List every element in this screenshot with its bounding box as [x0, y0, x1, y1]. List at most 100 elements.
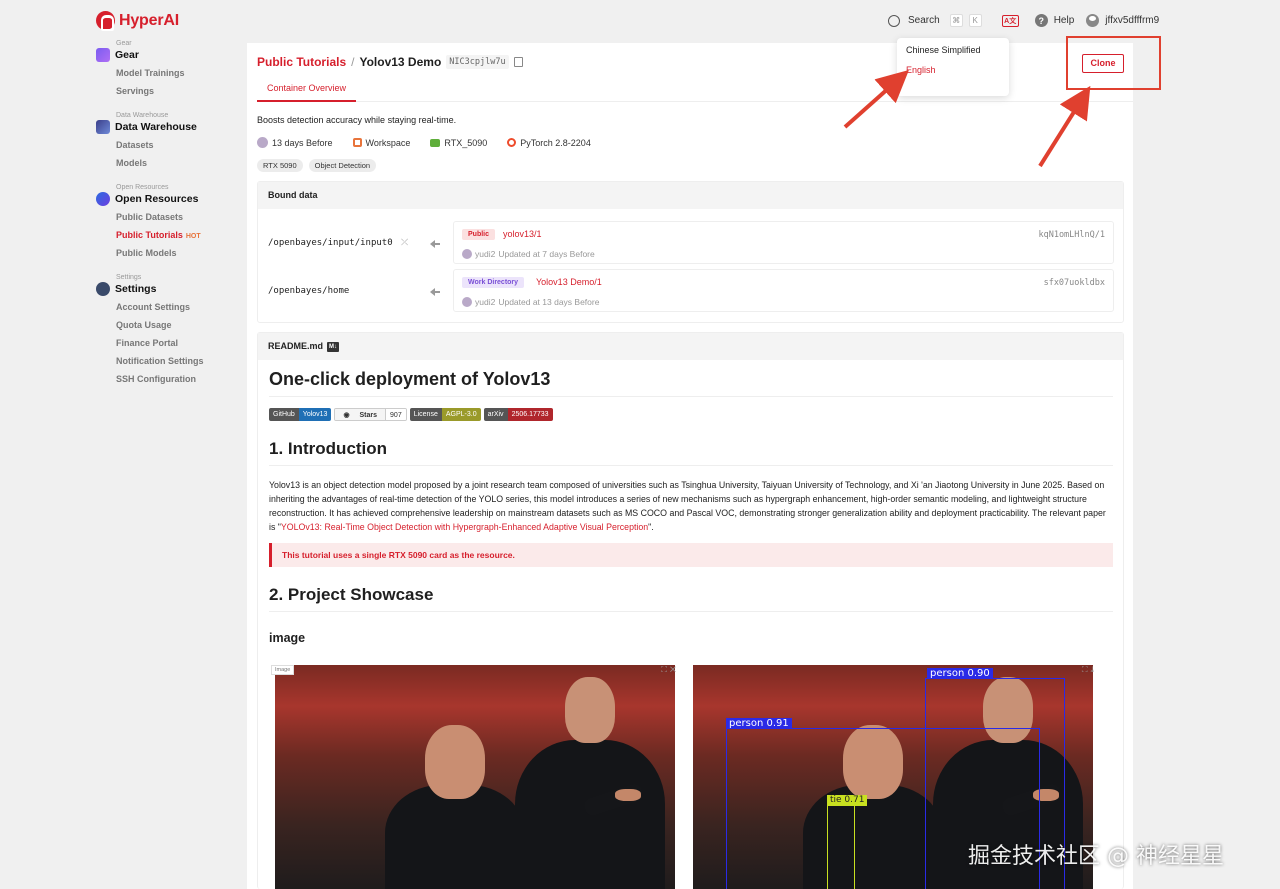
- breadcrumb-public-tutorials[interactable]: Public Tutorials: [257, 55, 346, 69]
- user-avatar-icon: [462, 249, 472, 259]
- bound-data-name[interactable]: yolov13/1: [503, 229, 542, 239]
- sidebar-caption: Gear: [116, 40, 132, 47]
- main-card: Public Tutorials / Yolov13 Demo NIC3cpjl…: [247, 43, 1133, 889]
- meta-gpu: RTX_5090: [430, 138, 487, 148]
- container-id: NIC3cpjlw7u: [446, 55, 509, 69]
- resource-callout: This tutorial uses a single RTX 5090 car…: [269, 543, 1113, 567]
- detection-label: tie 0.71: [827, 795, 868, 806]
- bound-data-meta: yudi2 Updated at 13 days Before: [462, 297, 599, 307]
- bound-data-panel: Bound data /openbayes/input/input0 ⤫ Pub…: [257, 181, 1124, 323]
- meta-updated-label: 13 days Before: [272, 137, 333, 148]
- bound-data-updated: Updated at 13 days Before: [498, 297, 600, 307]
- help-icon[interactable]: ?: [1034, 14, 1048, 27]
- language-option-english[interactable]: English: [906, 65, 1000, 75]
- badge-right: 2506.17733: [507, 408, 553, 421]
- sidebar-group-settings: Settings Settings Account Settings Quota…: [96, 274, 236, 384]
- sidebar-item-label: Public Tutorials: [116, 230, 183, 240]
- sidebar-heading-open-resources[interactable]: Open Resources: [96, 192, 236, 206]
- readme-h1: One-click deployment of Yolov13: [269, 369, 1113, 397]
- bound-data-name[interactable]: Yolov13 Demo/1: [536, 277, 602, 287]
- readme-h2-project-showcase: 2. Project Showcase: [269, 585, 1113, 612]
- sidebar-heading-data-warehouse[interactable]: Data Warehouse: [96, 120, 236, 134]
- workspace-icon: [352, 138, 362, 147]
- tag-list: RTX 5090 Object Detection: [257, 159, 377, 172]
- github-icon: ◉: [343, 412, 350, 419]
- copy-icon[interactable]: [513, 57, 523, 67]
- bound-data-card[interactable]: Work Directory Yolov13 Demo/1 sfx07uokld…: [453, 269, 1114, 312]
- sidebar-group-gear: Gear Gear Model Trainings Servings: [96, 40, 236, 96]
- search-label[interactable]: Search: [908, 15, 940, 26]
- top-nav: Search ⌘ K A文 ? Help jffxv5dfffrm9: [888, 14, 1159, 27]
- badge-github[interactable]: GitHub Yolov13: [269, 408, 332, 421]
- language-icon[interactable]: A文: [1001, 14, 1019, 27]
- app-name: HyperAI: [119, 11, 179, 29]
- markdown-icon: M↓: [327, 341, 340, 352]
- sidebar-item-datasets[interactable]: Datasets: [116, 140, 236, 150]
- badge-right: 907: [385, 409, 406, 420]
- sidebar-item-public-datasets[interactable]: Public Datasets: [116, 212, 236, 222]
- sidebar-group-open-resources: Open Resources Open Resources Public Dat…: [96, 184, 236, 258]
- badge-stars[interactable]: ◉ Stars 907: [334, 408, 407, 421]
- page-title: Yolov13 Demo: [359, 55, 442, 69]
- sidebar-heading-settings[interactable]: Settings: [96, 282, 236, 296]
- figure-left-body: [385, 785, 525, 889]
- bound-data-card[interactable]: Public yolov13/1 kqN1omLHlnQ/1 yudi2 Upda…: [453, 221, 1114, 264]
- clone-highlight-box: [1066, 36, 1161, 90]
- sidebar-item-models[interactable]: Models: [116, 158, 236, 168]
- meta-workspace-label: Workspace: [365, 137, 411, 148]
- sidebar-item-servings[interactable]: Servings: [116, 86, 236, 96]
- search-icon[interactable]: [888, 14, 900, 27]
- username[interactable]: jffxv5dfffrm9: [1105, 15, 1159, 26]
- readme-h2-introduction: 1. Introduction: [269, 439, 1113, 466]
- figure-right-hand: [615, 789, 641, 801]
- sidebar-heading-label: Settings: [115, 283, 157, 295]
- gpu-icon: [430, 138, 441, 147]
- image-tools-icon[interactable]: ⛶✕: [661, 665, 679, 675]
- user-avatar-icon: [257, 137, 268, 148]
- badge-arxiv[interactable]: arXiv 2506.17733: [483, 408, 553, 421]
- readme-h3-image: image: [269, 631, 306, 645]
- badge-left: ◉ Stars: [335, 409, 386, 420]
- sidebar-item-public-tutorials[interactable]: Public Tutorials HOT: [116, 230, 236, 240]
- bound-path-text: /openbayes/input/input0: [268, 238, 393, 248]
- bound-data-updated: Updated at 7 days Before: [498, 249, 595, 259]
- readme-panel: README.md M↓ One-click deployment of Yol…: [257, 332, 1124, 889]
- intro-text-after: ".: [648, 522, 654, 532]
- image-label: Image: [271, 665, 295, 675]
- sidebar-item-finance-portal[interactable]: Finance Portal: [116, 338, 236, 348]
- showcase-image-original[interactable]: Image ⛶✕: [269, 663, 681, 889]
- image-tools-icon[interactable]: ⛶⤓: [1082, 665, 1097, 675]
- breadcrumb-separator: /: [351, 55, 355, 69]
- tab-container-overview[interactable]: Container Overview: [257, 81, 357, 102]
- badge-row: GitHub Yolov13 ◉ Stars 907 License AGPL-3.0…: [269, 408, 553, 421]
- badge-license[interactable]: License AGPL-3.0: [409, 408, 481, 421]
- arrow-left-icon: [430, 288, 440, 296]
- readme-header: README.md M↓: [258, 333, 1123, 360]
- bound-path: /openbayes/home: [268, 286, 349, 296]
- sidebar-item-model-trainings[interactable]: Model Trainings: [116, 68, 236, 78]
- sidebar-item-ssh-configuration[interactable]: SSH Configuration: [116, 374, 236, 384]
- settings-gear-icon: [96, 282, 110, 296]
- tag[interactable]: Object Detection: [308, 159, 377, 172]
- unmount-icon[interactable]: ⤫: [401, 238, 408, 248]
- bound-data-meta: yudi2 Updated at 7 days Before: [462, 249, 595, 259]
- user-avatar-icon[interactable]: [1086, 14, 1100, 27]
- sidebar-heading-gear[interactable]: Gear: [96, 48, 236, 62]
- arrow-left-icon: [430, 240, 440, 248]
- sidebar-item-quota-usage[interactable]: Quota Usage: [116, 320, 236, 330]
- language-option-chinese[interactable]: Chinese Simplified: [906, 45, 1000, 55]
- badge-stars-label: Stars: [359, 412, 378, 419]
- meta-framework-label: PyTorch 2.8-2204: [520, 137, 591, 148]
- hyperai-logo[interactable]: HyperAI: [96, 11, 179, 31]
- sidebar-caption: Settings: [116, 274, 142, 281]
- sidebar: Gear Gear Model Trainings Servings Data …: [96, 40, 236, 400]
- sidebar-item-notification-settings[interactable]: Notification Settings: [116, 356, 236, 366]
- bound-data-user: yudi2: [475, 249, 496, 259]
- sidebar-item-public-models[interactable]: Public Models: [116, 248, 236, 258]
- paper-link[interactable]: YOLOv13: Real-Time Object Detection with…: [281, 522, 648, 532]
- page-title-row: Public Tutorials / Yolov13 Demo NIC3cpjl…: [257, 55, 523, 69]
- help-link[interactable]: Help: [1054, 15, 1075, 26]
- tag[interactable]: RTX 5090: [257, 159, 303, 172]
- sidebar-item-account-settings[interactable]: Account Settings: [116, 302, 236, 312]
- description: Boosts detection accuracy while staying …: [257, 115, 457, 125]
